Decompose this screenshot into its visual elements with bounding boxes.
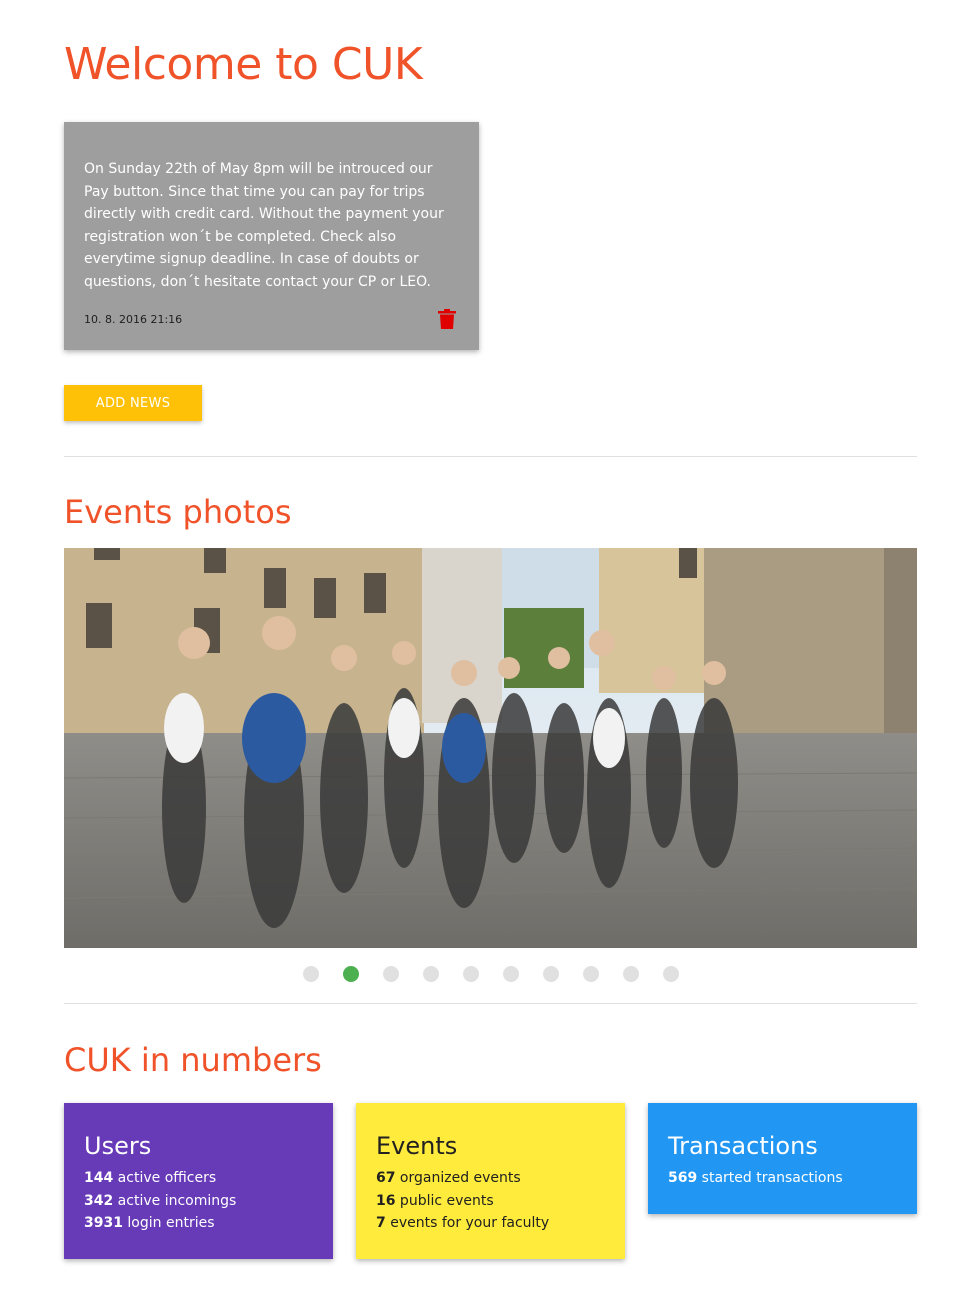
add-news-button[interactable]: ADD NEWS	[64, 385, 202, 421]
stat-label: organized events	[395, 1170, 521, 1186]
page-title: Welcome to CUK	[64, 39, 423, 90]
stat-line: 16 public events	[376, 1190, 605, 1213]
carousel-dot[interactable]	[543, 966, 559, 982]
stat-line: 67 organized events	[376, 1167, 605, 1190]
stat-label: public events	[395, 1192, 494, 1209]
stat-line: 7 events for your faculty	[376, 1212, 605, 1235]
stat-card-title: Users	[84, 1132, 152, 1160]
carousel-dot[interactable]	[463, 966, 479, 982]
stat-line: 569 started transactions	[668, 1167, 897, 1190]
stat-label: started transactions	[697, 1170, 843, 1186]
carousel-dot[interactable]	[303, 966, 319, 982]
stat-value: 569	[668, 1170, 698, 1186]
divider	[64, 1003, 917, 1004]
carousel-dot[interactable]	[623, 966, 639, 982]
stat-value: 7	[376, 1215, 386, 1231]
stat-label: active officers	[113, 1170, 217, 1186]
carousel-dot[interactable]	[583, 966, 599, 982]
carousel-indicators	[0, 966, 980, 982]
events-photos-title: Events photos	[64, 493, 292, 531]
news-date: 10. 8. 2016 21:16	[84, 313, 183, 326]
carousel-dot[interactable]	[343, 966, 359, 982]
numbers-title: CUK in numbers	[64, 1041, 322, 1079]
stat-card-title: Events	[376, 1132, 458, 1160]
stat-card-transactions: Transactions 569 started transactions	[648, 1103, 917, 1214]
event-photo	[64, 548, 917, 948]
carousel-dot[interactable]	[383, 966, 399, 982]
stat-value: 67	[376, 1170, 396, 1186]
stat-line: 3931 login entries	[84, 1212, 313, 1235]
stat-label: login entries	[122, 1215, 215, 1231]
stat-value: 342	[84, 1192, 114, 1209]
stat-value: 16	[376, 1192, 396, 1209]
stat-value: 3931	[84, 1215, 123, 1231]
stat-line: 342 active incomings	[84, 1190, 313, 1213]
carousel-dot[interactable]	[423, 966, 439, 982]
stat-card-title: Transactions	[668, 1132, 818, 1160]
stat-label: active incomings	[113, 1192, 237, 1209]
news-card: On Sunday 22th of May 8pm will be introu…	[64, 122, 479, 350]
stat-card-events: Events 67 organized events 16 public event…	[356, 1103, 625, 1259]
stat-line: 144 active officers	[84, 1167, 313, 1190]
divider	[64, 456, 917, 457]
news-text: On Sunday 22th of May 8pm will be introu…	[84, 161, 444, 290]
stat-value: 144	[84, 1170, 114, 1186]
stat-card-users: Users 144 active officers 342 active incom…	[64, 1103, 333, 1259]
trash-icon[interactable]	[438, 309, 456, 329]
stat-label: events for your faculty	[385, 1215, 550, 1231]
carousel-dot[interactable]	[503, 966, 519, 982]
carousel-dot[interactable]	[663, 966, 679, 982]
